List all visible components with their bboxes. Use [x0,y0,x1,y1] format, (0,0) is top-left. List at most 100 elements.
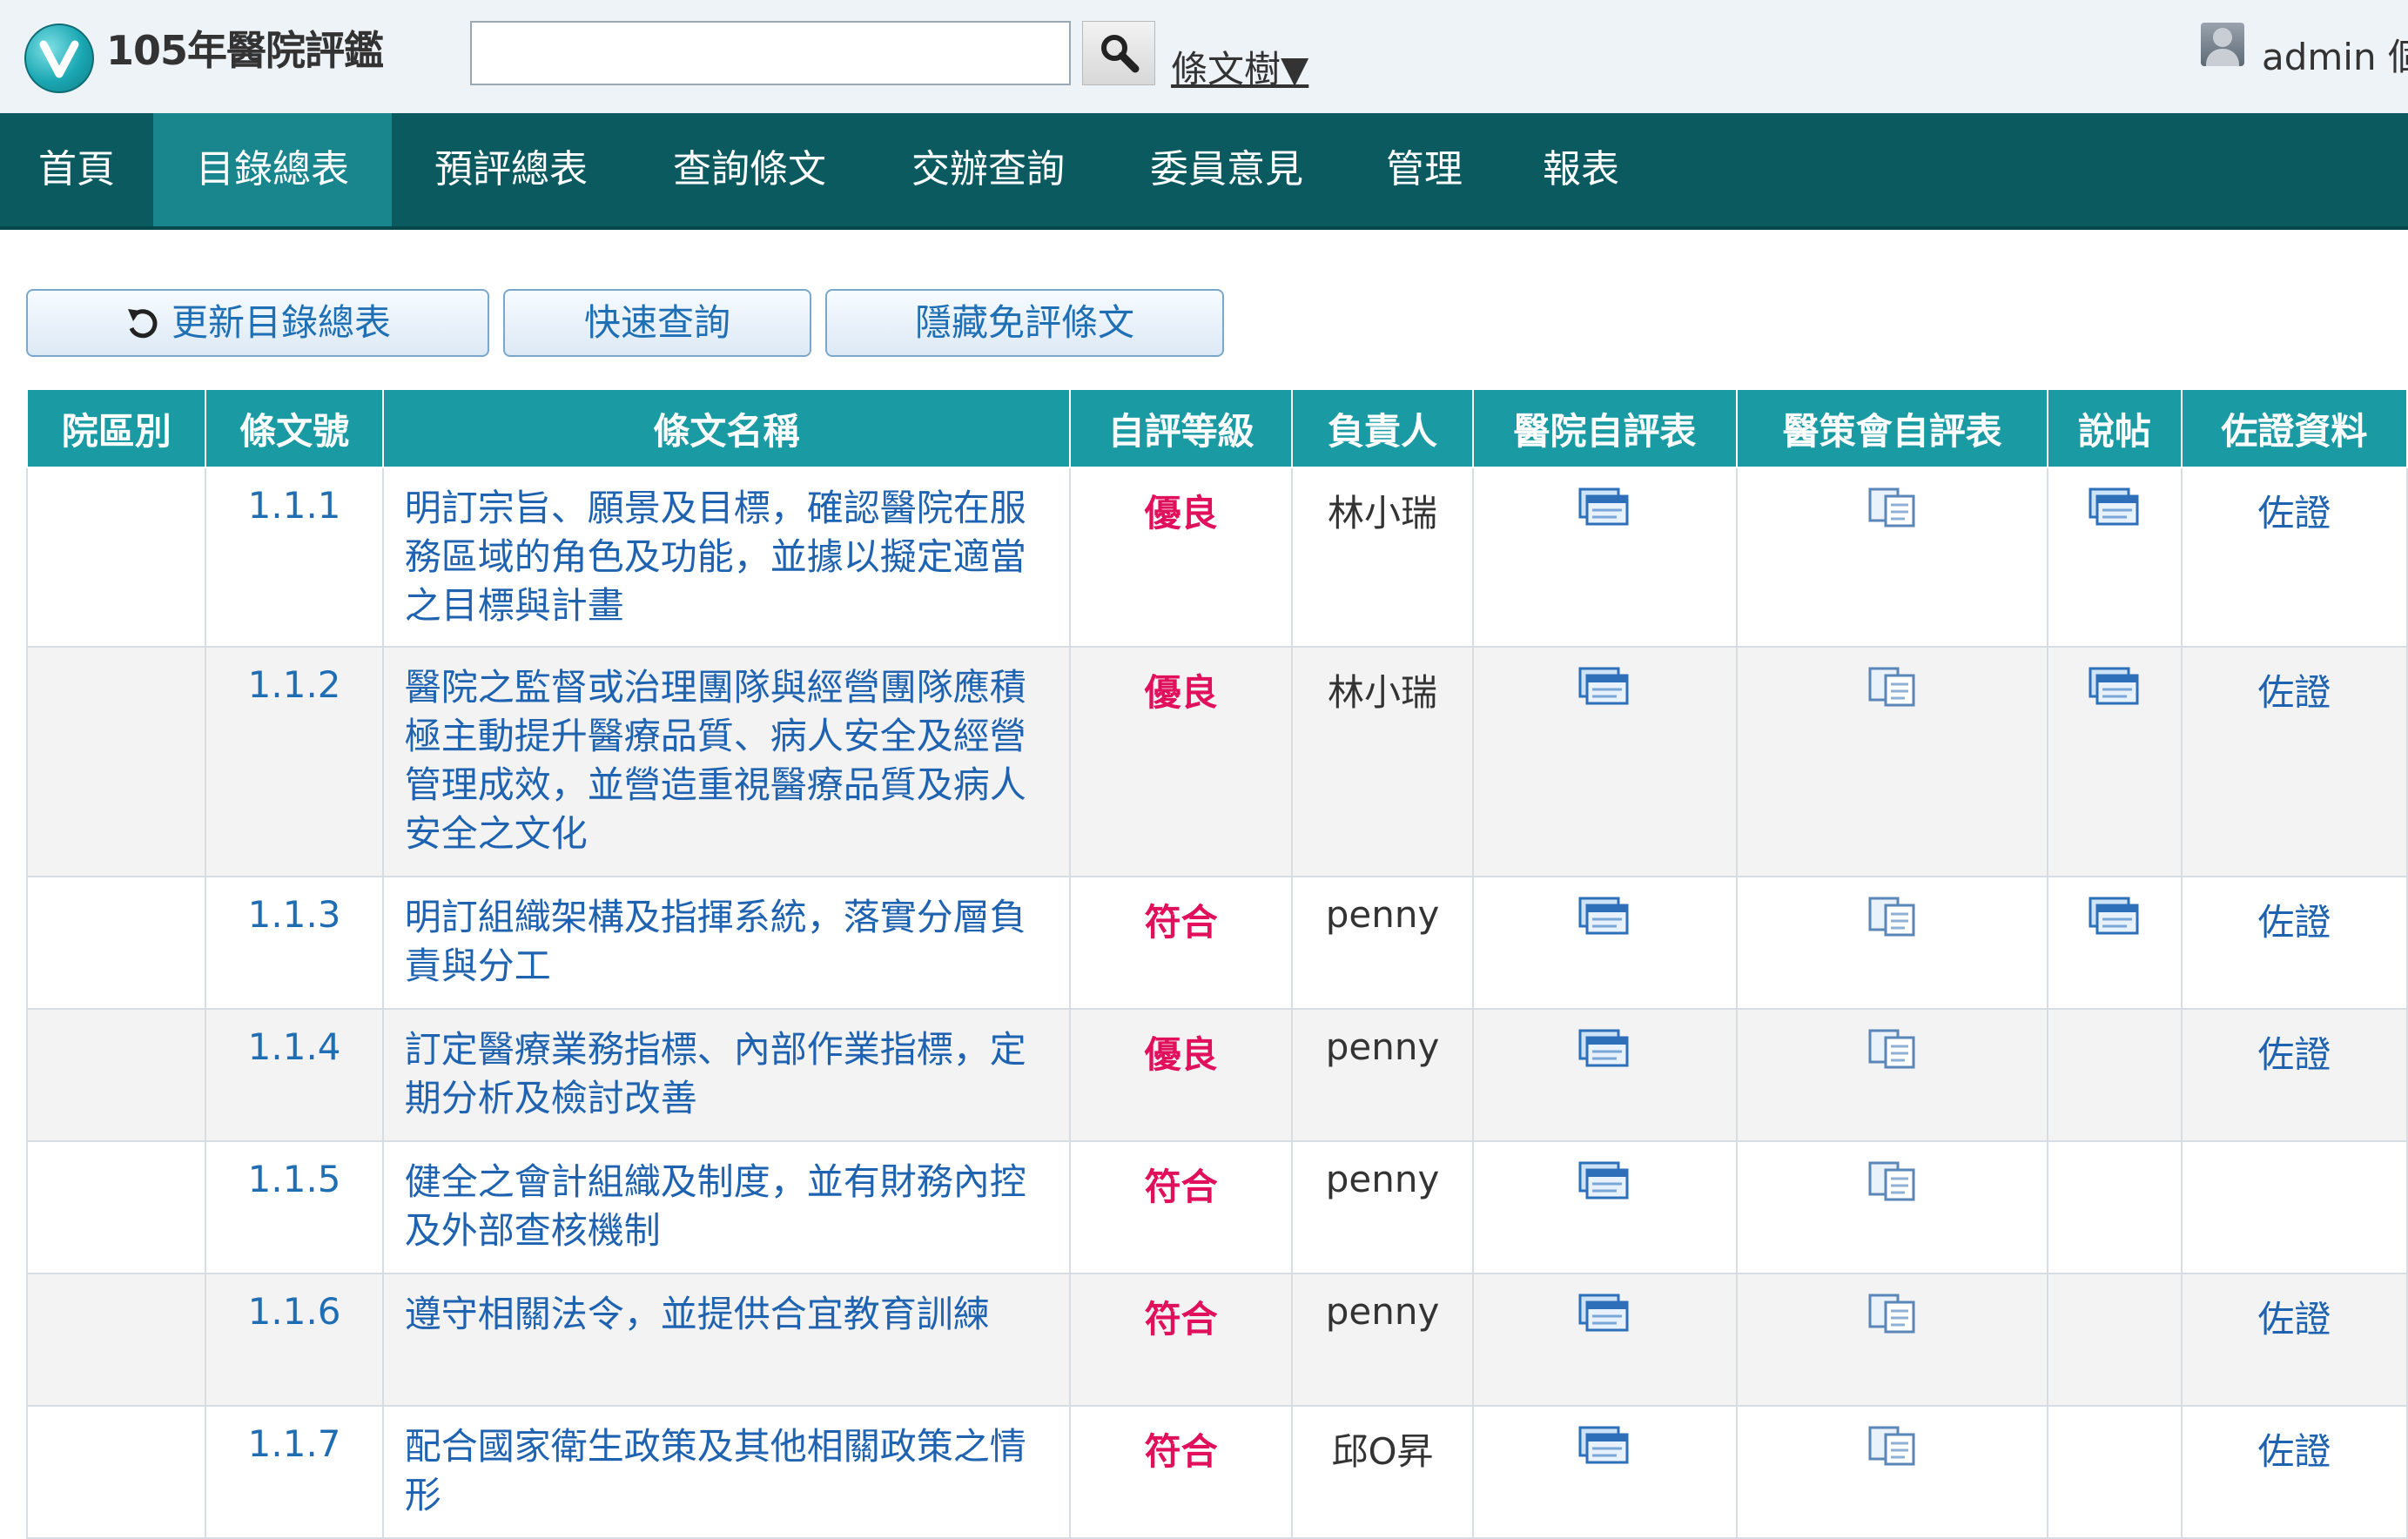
cell-evidence: 佐證 [2180,1008,2408,1142]
cell-jct-form [1735,1008,2049,1142]
article-number-link[interactable]: 1.1.5 [248,1158,341,1200]
article-number-link[interactable]: 1.1.7 [248,1422,341,1465]
owner-name: penny [1325,1025,1440,1068]
cell-owner: 邱O昇 [1291,1405,1474,1539]
cell-article-number[interactable]: 1.1.3 [205,876,384,1010]
cell-brief [2047,467,2183,648]
search-button[interactable] [1082,21,1155,85]
nav-reports[interactable]: 報表 [1503,113,1659,226]
copy-doc-icon[interactable] [1867,1161,1919,1210]
self-grade-value: 符合 [1144,1430,1218,1473]
cell-brief [2047,1140,2183,1274]
article-number-link[interactable]: 1.1.1 [248,484,341,527]
catalog-table: 院區別 條文號 條文名稱 自評等級 負責人 醫院自評表 醫策會自評表 說帖 佐證… [25,388,2408,1539]
article-number-link[interactable]: 1.1.6 [248,1290,341,1333]
cell-article-number[interactable]: 1.1.2 [205,646,384,877]
cell-article-name[interactable]: 訂定醫療業務指標、內部作業指標，定期分析及檢討改善 [381,1008,1071,1142]
article-number-link[interactable]: 1.1.2 [248,663,341,706]
evidence-link[interactable]: 佐證 [2257,1025,2331,1079]
copy-doc-icon[interactable] [1867,1426,1919,1475]
evidence-link[interactable]: 佐證 [2257,663,2331,716]
copy-doc-icon[interactable] [1867,487,1919,536]
copy-doc-icon[interactable] [1867,1294,1919,1342]
nav-home[interactable]: 首頁 [0,113,153,226]
evidence-link[interactable]: 佐證 [2257,1290,2331,1343]
cell-hospital-form [1471,646,1738,877]
col-header-jct-form[interactable]: 醫策會自評表 [1735,388,2049,468]
cell-owner: penny [1291,1008,1474,1142]
copy-doc-icon[interactable] [1867,897,1919,945]
form-stack-icon[interactable] [2089,897,2141,945]
cell-article-name[interactable]: 遵守相關法令，並提供合宜教育訓練 [381,1273,1071,1407]
user-name[interactable]: admin 個 [2262,28,2408,81]
nav-assignment-query[interactable]: 交辦查詢 [869,113,1107,226]
col-header-number[interactable]: 條文號 [205,388,384,468]
cell-jct-form [1735,467,2049,648]
table-row: 1.1.6 遵守相關法令，並提供合宜教育訓練 符合 penny 佐證 [25,1273,2408,1407]
cell-article-number[interactable]: 1.1.6 [205,1273,384,1407]
cell-article-name[interactable]: 醫院之監督或治理團隊與經營團隊應積極主動提升醫療品質、病人安全及經營管理成效，並… [381,646,1071,877]
cell-article-number[interactable]: 1.1.7 [205,1405,384,1539]
self-grade-value: 符合 [1144,1298,1218,1341]
nav-query-articles[interactable]: 查詢條文 [630,113,869,226]
cell-brief [2047,1008,2183,1142]
cell-hospital-form [1471,467,1738,648]
form-stack-icon[interactable] [1578,667,1631,716]
search-input[interactable] [470,21,1071,85]
hide-exempt-button[interactable]: 隱藏免評條文 [825,289,1224,357]
evidence-link[interactable]: 佐證 [2257,893,2331,946]
col-header-area[interactable]: 院區別 [25,388,207,468]
cell-article-name[interactable]: 明訂組織架構及指揮系統，落實分層負責與分工 [381,876,1071,1010]
main-nav: 首頁 目錄總表 預評總表 查詢條文 交辦查詢 委員意見 管理 報表 [0,113,2408,230]
evidence-link[interactable]: 佐證 [2257,484,2331,537]
form-stack-icon[interactable] [2089,487,2141,536]
col-header-owner[interactable]: 負責人 [1291,388,1474,468]
self-grade-value: 符合 [1144,901,1218,944]
cell-owner: penny [1291,876,1474,1010]
article-number-link[interactable]: 1.1.3 [248,893,341,936]
cell-article-name[interactable]: 配合國家衛生政策及其他相關政策之情形 [381,1405,1071,1539]
cell-article-name[interactable]: 明訂宗旨、願景及目標，確認醫院在服務區域的角色及功能，並據以擬定適當之目標與計畫 [381,467,1071,648]
form-stack-icon[interactable] [1578,1426,1631,1475]
nav-management[interactable]: 管理 [1346,113,1503,226]
table-row: 1.1.2 醫院之監督或治理團隊與經營團隊應積極主動提升醫療品質、病人安全及經營管… [25,646,2408,877]
col-header-grade[interactable]: 自評等級 [1068,388,1294,468]
nav-committee-opinions[interactable]: 委員意見 [1107,113,1346,226]
form-stack-icon[interactable] [1578,487,1631,536]
copy-doc-icon[interactable] [1867,1029,1919,1078]
form-stack-icon[interactable] [1578,1161,1631,1210]
cell-evidence: 佐證 [2180,876,2408,1010]
form-stack-icon[interactable] [1578,897,1631,945]
article-tree-dropdown[interactable]: 條文樹▼ [1171,40,1308,93]
quick-query-button[interactable]: 快速查詢 [503,289,811,357]
cell-hospital-form [1471,876,1738,1010]
cell-article-name[interactable]: 健全之會計組織及制度，並有財務內控及外部查核機制 [381,1140,1071,1274]
cell-brief [2047,1405,2183,1539]
owner-name: 林小瑞 [1327,492,1437,534]
cell-evidence: 佐證 [2180,1405,2408,1539]
article-number-link[interactable]: 1.1.4 [248,1025,341,1068]
cell-article-number[interactable]: 1.1.4 [205,1008,384,1142]
self-grade-value: 優良 [1144,671,1218,714]
col-header-hospital-form[interactable]: 醫院自評表 [1471,388,1738,468]
form-stack-icon[interactable] [1578,1029,1631,1078]
nav-pre-eval-summary[interactable]: 預評總表 [392,113,630,226]
form-stack-icon[interactable] [1578,1294,1631,1342]
evidence-link[interactable]: 佐證 [2257,1422,2331,1475]
owner-name: penny [1325,1290,1440,1333]
col-header-brief[interactable]: 說帖 [2047,388,2183,468]
col-header-evidence[interactable]: 佐證資料 [2180,388,2408,468]
cell-article-number[interactable]: 1.1.1 [205,467,384,648]
form-stack-icon[interactable] [2089,667,2141,716]
col-header-name[interactable]: 條文名稱 [381,388,1071,468]
nav-catalog-summary[interactable]: 目錄總表 [153,113,392,226]
cell-article-number[interactable]: 1.1.5 [205,1140,384,1274]
cell-jct-form [1735,646,2049,877]
cell-self-grade: 符合 [1068,1140,1294,1274]
cell-hospital-form [1471,1273,1738,1407]
refresh-catalog-button[interactable]: 更新目錄總表 [26,289,489,357]
owner-name: penny [1325,1158,1440,1200]
copy-doc-icon[interactable] [1867,667,1919,716]
cell-hospital-form [1471,1405,1738,1539]
v-logo-icon [24,24,94,93]
